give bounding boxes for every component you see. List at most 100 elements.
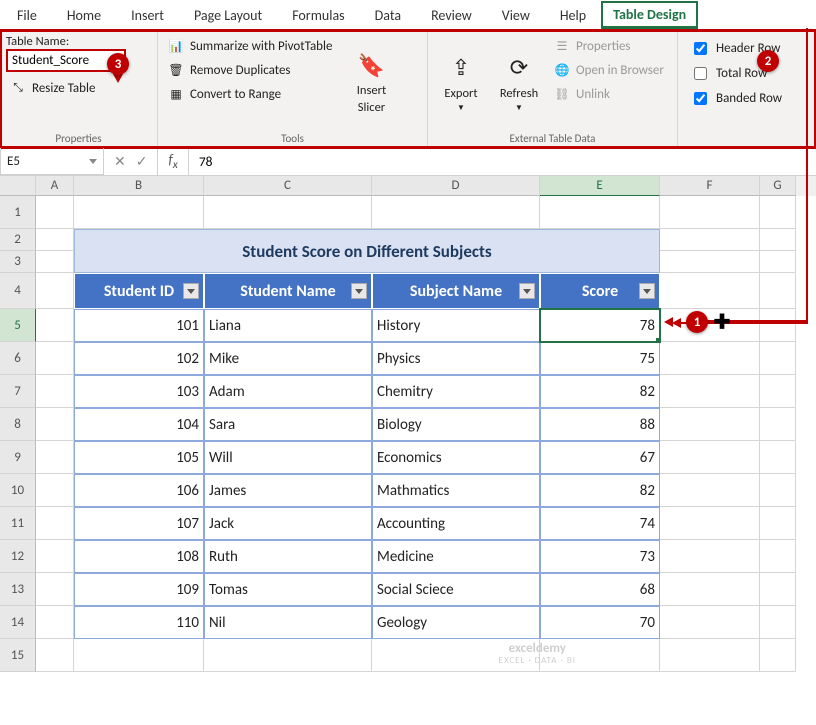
cell[interactable]: 105 xyxy=(74,441,204,474)
tab-file[interactable]: File xyxy=(2,1,52,29)
cell[interactable] xyxy=(36,474,74,507)
cell[interactable] xyxy=(74,196,204,229)
row-header[interactable]: 13 xyxy=(0,573,36,606)
cell[interactable] xyxy=(760,375,796,408)
cell[interactable]: Medicine xyxy=(372,540,540,573)
cell[interactable] xyxy=(760,474,796,507)
cell[interactable]: Economics xyxy=(372,441,540,474)
cell[interactable]: 82 xyxy=(540,375,660,408)
select-all-corner[interactable] xyxy=(0,176,36,196)
cell[interactable] xyxy=(36,606,74,639)
row-header[interactable]: 3 xyxy=(0,251,36,273)
col-header-G[interactable]: G xyxy=(760,176,796,196)
cell[interactable] xyxy=(36,251,74,273)
table-header-cell[interactable]: Score xyxy=(540,273,660,309)
resize-table-button[interactable]: ⤡ Resize Table xyxy=(6,78,151,98)
cell[interactable] xyxy=(36,196,74,229)
summarize-pivot-button[interactable]: 📊 Summarize with PivotTable xyxy=(164,36,336,56)
col-header-A[interactable]: A xyxy=(36,176,74,196)
open-browser-button[interactable]: 🌐 Open in Browser xyxy=(550,60,668,80)
cell[interactable] xyxy=(660,229,760,251)
col-header-E[interactable]: E xyxy=(540,176,660,196)
cell[interactable] xyxy=(660,540,760,573)
cell[interactable] xyxy=(36,342,74,375)
export-button[interactable]: ⇪ Export ▼ xyxy=(434,34,488,130)
filter-button[interactable] xyxy=(183,283,199,299)
tab-help[interactable]: Help xyxy=(545,1,601,29)
remove-duplicates-button[interactable]: 🗑 Remove Duplicates xyxy=(164,60,336,80)
cell[interactable] xyxy=(760,573,796,606)
cell[interactable]: 104 xyxy=(74,408,204,441)
cell[interactable] xyxy=(760,606,796,639)
cell[interactable] xyxy=(660,375,760,408)
table-header-cell[interactable]: Subject Name xyxy=(372,273,540,309)
col-header-F[interactable]: F xyxy=(660,176,760,196)
tab-review[interactable]: Review xyxy=(416,1,487,29)
selected-cell[interactable]: 78 xyxy=(540,309,660,342)
cell[interactable]: 88 xyxy=(540,408,660,441)
banded-row-box[interactable] xyxy=(694,92,707,105)
tab-home[interactable]: Home xyxy=(52,1,116,29)
tab-table-design[interactable]: Table Design xyxy=(601,1,698,29)
cell[interactable] xyxy=(760,309,796,342)
col-header-D[interactable]: D xyxy=(372,176,540,196)
row-header[interactable]: 9 xyxy=(0,441,36,474)
cell[interactable] xyxy=(760,273,796,309)
cell[interactable]: 106 xyxy=(74,474,204,507)
cell[interactable]: Chemitry xyxy=(372,375,540,408)
tab-data[interactable]: Data xyxy=(360,1,416,29)
cell[interactable]: 67 xyxy=(540,441,660,474)
cell[interactable] xyxy=(36,639,74,672)
cell[interactable] xyxy=(660,196,760,229)
cell[interactable]: Jack xyxy=(204,507,372,540)
cell[interactable]: Sara xyxy=(204,408,372,441)
row-header[interactable]: 11 xyxy=(0,507,36,540)
total-row-box[interactable] xyxy=(694,67,707,80)
cell[interactable] xyxy=(760,540,796,573)
row-header[interactable]: 8 xyxy=(0,408,36,441)
cell[interactable] xyxy=(540,639,660,672)
cell[interactable]: Adam xyxy=(204,375,372,408)
tab-formulas[interactable]: Formulas xyxy=(277,1,359,29)
cell[interactable] xyxy=(204,639,372,672)
cell[interactable]: 110 xyxy=(74,606,204,639)
cell[interactable] xyxy=(660,573,760,606)
title-cell[interactable]: Student Score on Different Subjects xyxy=(74,229,660,273)
cell[interactable]: Liana xyxy=(204,309,372,342)
cell[interactable] xyxy=(36,273,74,309)
refresh-button[interactable]: ⟳ Refresh ▼ xyxy=(492,34,546,130)
cell[interactable] xyxy=(660,474,760,507)
cell[interactable]: Geology xyxy=(372,606,540,639)
cell[interactable]: 107 xyxy=(74,507,204,540)
cell[interactable] xyxy=(760,639,796,672)
cell[interactable]: 75 xyxy=(540,342,660,375)
unlink-button[interactable]: ⛓ Unlink xyxy=(550,84,668,104)
cell[interactable]: Mathmatics xyxy=(372,474,540,507)
cell[interactable] xyxy=(36,229,74,251)
cell[interactable]: 70 xyxy=(540,606,660,639)
row-header[interactable]: 6 xyxy=(0,342,36,375)
cell[interactable] xyxy=(36,309,74,342)
row-header[interactable]: 14 xyxy=(0,606,36,639)
filter-button[interactable] xyxy=(351,283,367,299)
cell[interactable] xyxy=(660,606,760,639)
tab-page-layout[interactable]: Page Layout xyxy=(179,1,277,29)
cell[interactable]: Social Sciece xyxy=(372,573,540,606)
cell[interactable] xyxy=(760,441,796,474)
cell[interactable]: Ruth xyxy=(204,540,372,573)
row-header[interactable]: 4 xyxy=(0,273,36,309)
cell[interactable]: Nil xyxy=(204,606,372,639)
cell[interactable]: 68 xyxy=(540,573,660,606)
cell[interactable] xyxy=(660,507,760,540)
header-row-check[interactable]: Header Row xyxy=(688,38,808,59)
cell[interactable]: James xyxy=(204,474,372,507)
cell[interactable] xyxy=(372,639,540,672)
cell[interactable] xyxy=(660,408,760,441)
cell[interactable]: 109 xyxy=(74,573,204,606)
cell[interactable] xyxy=(660,251,760,273)
cell[interactable]: Tomas xyxy=(204,573,372,606)
cell[interactable] xyxy=(760,229,796,251)
cell[interactable] xyxy=(36,573,74,606)
cell[interactable]: 108 xyxy=(74,540,204,573)
row-header[interactable]: 7 xyxy=(0,375,36,408)
